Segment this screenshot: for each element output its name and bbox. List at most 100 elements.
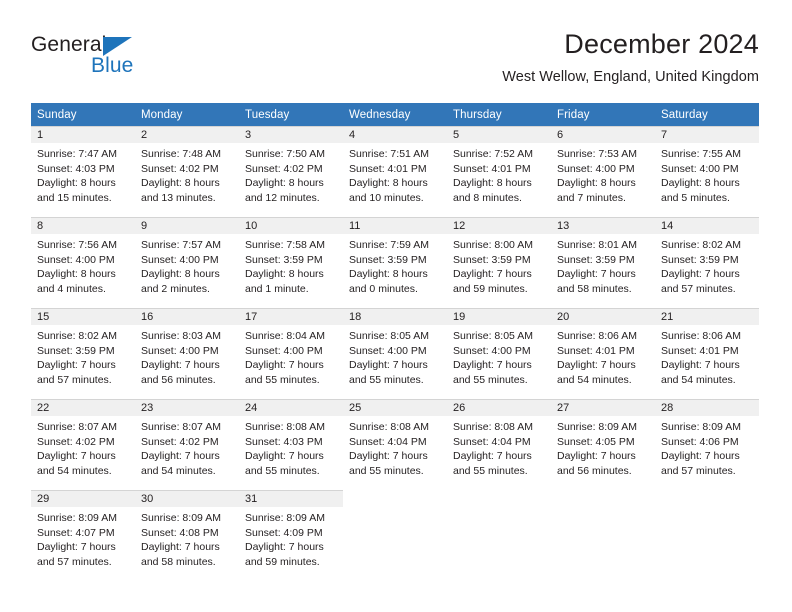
day-sun-info: Sunrise: 8:09 AM Sunset: 4:06 PM Dayligh… [661,421,741,477]
calendar-day-cell[interactable]: 13 Sunrise: 8:01 AM Sunset: 3:59 PM Dayli… [551,217,655,308]
calendar-day-cell[interactable]: 5 Sunrise: 7:52 AM Sunset: 4:01 PM Daylig… [447,126,551,217]
day-sun-info: Sunrise: 7:48 AM Sunset: 4:02 PM Dayligh… [141,148,221,204]
day-sun-info: Sunrise: 8:02 AM Sunset: 3:59 PM Dayligh… [37,330,117,386]
page-title: December 2024 [564,29,759,59]
day-number: 25 [343,400,447,416]
calendar-day-cell[interactable]: 7 Sunrise: 7:55 AM Sunset: 4:00 PM Daylig… [655,126,759,217]
calendar-day-cell[interactable]: 1 Sunrise: 7:47 AM Sunset: 4:03 PM Daylig… [31,126,135,217]
day-sun-info: Sunrise: 8:01 AM Sunset: 3:59 PM Dayligh… [557,239,637,295]
day-sun-info: Sunrise: 7:56 AM Sunset: 4:00 PM Dayligh… [37,239,117,295]
day-sun-info: Sunrise: 7:47 AM Sunset: 4:03 PM Dayligh… [37,148,117,204]
day-sun-info: Sunrise: 8:07 AM Sunset: 4:02 PM Dayligh… [37,421,117,477]
day-number: 22 [31,400,135,416]
day-sun-info: Sunrise: 8:02 AM Sunset: 3:59 PM Dayligh… [661,239,741,295]
calendar-cell: 5 Sunrise: 7:52 AM Sunset: 4:01 PM Daylig… [447,126,551,217]
calendar-cell: 10 Sunrise: 7:58 AM Sunset: 3:59 PM Dayli… [239,217,343,308]
calendar-cell: 29 Sunrise: 8:09 AM Sunset: 4:07 PM Dayli… [31,490,135,581]
calendar-cell: 6 Sunrise: 7:53 AM Sunset: 4:00 PM Daylig… [551,126,655,217]
weekday-header-monday: Monday [135,103,239,126]
calendar-day-cell[interactable]: 31 Sunrise: 8:09 AM Sunset: 4:09 PM Dayli… [239,490,343,581]
day-sun-info: Sunrise: 7:57 AM Sunset: 4:00 PM Dayligh… [141,239,221,295]
calendar-cell [551,490,655,581]
calendar-day-cell[interactable]: 4 Sunrise: 7:51 AM Sunset: 4:01 PM Daylig… [343,126,447,217]
calendar-day-cell[interactable]: 19 Sunrise: 8:05 AM Sunset: 4:00 PM Dayli… [447,308,551,399]
calendar-day-cell[interactable]: 25 Sunrise: 8:08 AM Sunset: 4:04 PM Dayli… [343,399,447,490]
calendar-cell: 8 Sunrise: 7:56 AM Sunset: 4:00 PM Daylig… [31,217,135,308]
calendar-day-cell[interactable]: 24 Sunrise: 8:08 AM Sunset: 4:03 PM Dayli… [239,399,343,490]
day-number: 9 [135,218,239,234]
calendar-body: 1 Sunrise: 7:47 AM Sunset: 4:03 PM Daylig… [31,126,759,581]
weekday-header-wednesday: Wednesday [343,103,447,126]
page-subtitle: West Wellow, England, United Kingdom [502,69,759,85]
calendar-cell: 19 Sunrise: 8:05 AM Sunset: 4:00 PM Dayli… [447,308,551,399]
day-number: 6 [551,127,655,143]
day-sun-info: Sunrise: 7:51 AM Sunset: 4:01 PM Dayligh… [349,148,429,204]
calendar-day-cell[interactable]: 29 Sunrise: 8:09 AM Sunset: 4:07 PM Dayli… [31,490,135,581]
day-number: 7 [655,127,759,143]
calendar-day-cell[interactable]: 20 Sunrise: 8:06 AM Sunset: 4:01 PM Dayli… [551,308,655,399]
calendar-empty-cell [447,490,551,581]
calendar-cell: 17 Sunrise: 8:04 AM Sunset: 4:00 PM Dayli… [239,308,343,399]
day-number: 30 [135,491,239,507]
calendar-cell [447,490,551,581]
weekday-header-thursday: Thursday [447,103,551,126]
calendar-day-cell[interactable]: 23 Sunrise: 8:07 AM Sunset: 4:02 PM Dayli… [135,399,239,490]
calendar-day-cell[interactable]: 17 Sunrise: 8:04 AM Sunset: 4:00 PM Dayli… [239,308,343,399]
calendar-day-cell[interactable]: 9 Sunrise: 7:57 AM Sunset: 4:00 PM Daylig… [135,217,239,308]
calendar-cell: 2 Sunrise: 7:48 AM Sunset: 4:02 PM Daylig… [135,126,239,217]
calendar-day-cell[interactable]: 15 Sunrise: 8:02 AM Sunset: 3:59 PM Dayli… [31,308,135,399]
day-number: 12 [447,218,551,234]
day-number: 3 [239,127,343,143]
calendar-day-cell[interactable]: 21 Sunrise: 8:06 AM Sunset: 4:01 PM Dayli… [655,308,759,399]
day-sun-info: Sunrise: 8:08 AM Sunset: 4:04 PM Dayligh… [453,421,533,477]
calendar-cell: 26 Sunrise: 8:08 AM Sunset: 4:04 PM Dayli… [447,399,551,490]
calendar-day-cell[interactable]: 8 Sunrise: 7:56 AM Sunset: 4:00 PM Daylig… [31,217,135,308]
calendar-week-row: 15 Sunrise: 8:02 AM Sunset: 3:59 PM Dayli… [31,308,759,399]
day-sun-info: Sunrise: 7:52 AM Sunset: 4:01 PM Dayligh… [453,148,533,204]
day-sun-info: Sunrise: 8:09 AM Sunset: 4:09 PM Dayligh… [245,512,325,568]
day-number: 27 [551,400,655,416]
calendar-cell: 12 Sunrise: 8:00 AM Sunset: 3:59 PM Dayli… [447,217,551,308]
day-sun-info: Sunrise: 8:09 AM Sunset: 4:08 PM Dayligh… [141,512,221,568]
day-number: 19 [447,309,551,325]
day-sun-info: Sunrise: 8:05 AM Sunset: 4:00 PM Dayligh… [453,330,533,386]
calendar-day-cell[interactable]: 26 Sunrise: 8:08 AM Sunset: 4:04 PM Dayli… [447,399,551,490]
day-number: 8 [31,218,135,234]
day-sun-info: Sunrise: 7:59 AM Sunset: 3:59 PM Dayligh… [349,239,429,295]
calendar-day-cell[interactable]: 30 Sunrise: 8:09 AM Sunset: 4:08 PM Dayli… [135,490,239,581]
day-number: 17 [239,309,343,325]
calendar-day-cell[interactable]: 22 Sunrise: 8:07 AM Sunset: 4:02 PM Dayli… [31,399,135,490]
calendar-day-cell[interactable]: 16 Sunrise: 8:03 AM Sunset: 4:00 PM Dayli… [135,308,239,399]
calendar-day-cell[interactable]: 18 Sunrise: 8:05 AM Sunset: 4:00 PM Dayli… [343,308,447,399]
calendar-day-cell[interactable]: 2 Sunrise: 7:48 AM Sunset: 4:02 PM Daylig… [135,126,239,217]
day-number: 10 [239,218,343,234]
day-number: 11 [343,218,447,234]
day-number: 26 [447,400,551,416]
calendar-cell: 27 Sunrise: 8:09 AM Sunset: 4:05 PM Dayli… [551,399,655,490]
calendar-header-row: Sunday Monday Tuesday Wednesday Thursday… [31,103,759,126]
day-sun-info: Sunrise: 8:07 AM Sunset: 4:02 PM Dayligh… [141,421,221,477]
calendar-cell: 4 Sunrise: 7:51 AM Sunset: 4:01 PM Daylig… [343,126,447,217]
calendar-day-cell[interactable]: 28 Sunrise: 8:09 AM Sunset: 4:06 PM Dayli… [655,399,759,490]
day-number: 21 [655,309,759,325]
calendar-cell: 15 Sunrise: 8:02 AM Sunset: 3:59 PM Dayli… [31,308,135,399]
calendar-day-cell[interactable]: 11 Sunrise: 7:59 AM Sunset: 3:59 PM Dayli… [343,217,447,308]
page-header: General Blue December 2024 West Wellow, … [0,0,792,100]
calendar-day-cell[interactable]: 10 Sunrise: 7:58 AM Sunset: 3:59 PM Dayli… [239,217,343,308]
calendar-day-cell[interactable]: 6 Sunrise: 7:53 AM Sunset: 4:00 PM Daylig… [551,126,655,217]
day-number: 5 [447,127,551,143]
calendar-day-cell[interactable]: 3 Sunrise: 7:50 AM Sunset: 4:02 PM Daylig… [239,126,343,217]
day-number: 20 [551,309,655,325]
day-sun-info: Sunrise: 8:08 AM Sunset: 4:04 PM Dayligh… [349,421,429,477]
calendar-cell: 3 Sunrise: 7:50 AM Sunset: 4:02 PM Daylig… [239,126,343,217]
calendar-day-cell[interactable]: 12 Sunrise: 8:00 AM Sunset: 3:59 PM Dayli… [447,217,551,308]
calendar-week-row: 1 Sunrise: 7:47 AM Sunset: 4:03 PM Daylig… [31,126,759,217]
weekday-header-friday: Friday [551,103,655,126]
calendar-day-cell[interactable]: 14 Sunrise: 8:02 AM Sunset: 3:59 PM Dayli… [655,217,759,308]
calendar-day-cell[interactable]: 27 Sunrise: 8:09 AM Sunset: 4:05 PM Dayli… [551,399,655,490]
calendar-cell: 24 Sunrise: 8:08 AM Sunset: 4:03 PM Dayli… [239,399,343,490]
day-number: 28 [655,400,759,416]
general-blue-logo: General Blue [31,33,231,85]
day-number: 1 [31,127,135,143]
calendar-week-row: 22 Sunrise: 8:07 AM Sunset: 4:02 PM Dayli… [31,399,759,490]
